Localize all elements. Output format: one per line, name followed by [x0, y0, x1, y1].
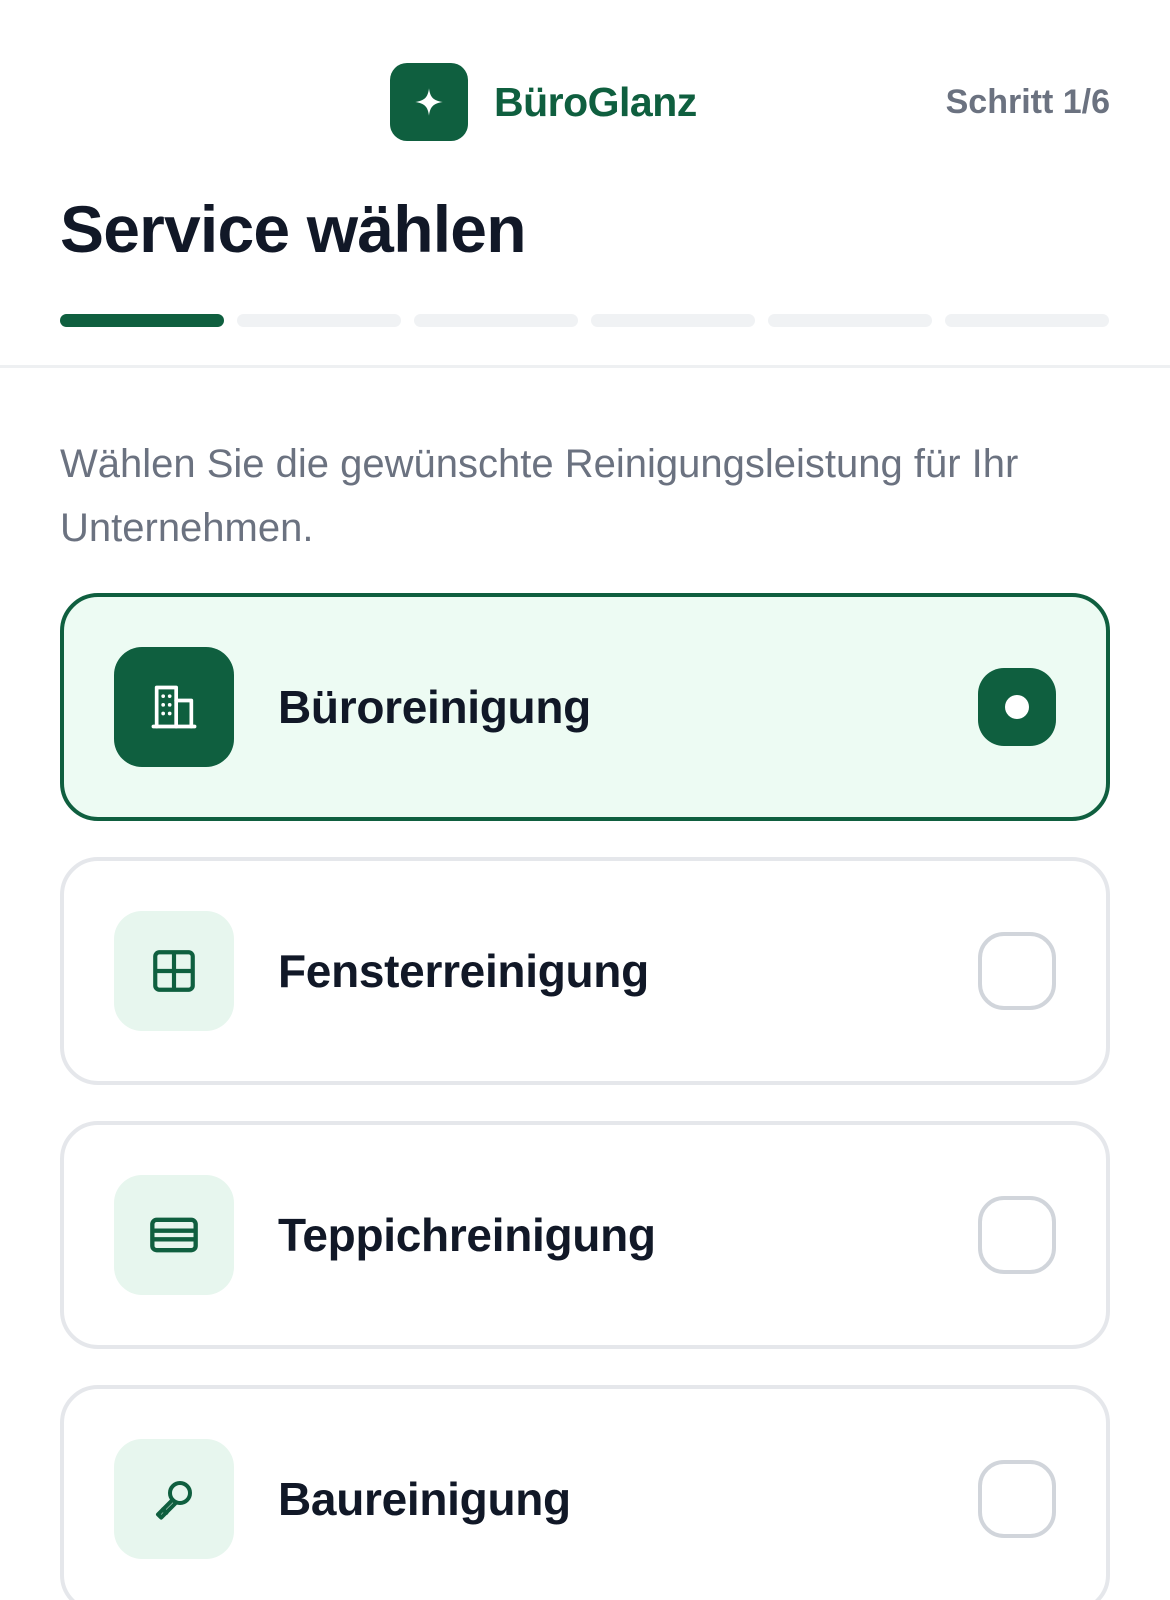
progress-segment	[60, 314, 224, 327]
header: BüroGlanz Schritt 1/6 Service wählen	[0, 0, 1170, 368]
radio-button[interactable]	[978, 932, 1056, 1010]
service-options: Büroreinigung Fensterreinigung Teppichre…	[60, 593, 1110, 1600]
brand-name: BüroGlanz	[494, 78, 697, 125]
option-label: Teppichreinigung	[278, 1209, 656, 1261]
radio-button[interactable]	[978, 668, 1056, 746]
window-icon	[114, 911, 234, 1031]
radio-button[interactable]	[978, 1460, 1056, 1538]
page-title: Service wählen	[60, 192, 527, 266]
progress-segment	[945, 314, 1109, 327]
booking-screen: BüroGlanz Schritt 1/6 Service wählen Wäh…	[0, 0, 1170, 1600]
step-indicator: Schritt 1/6	[945, 83, 1110, 121]
progress-segment	[414, 314, 578, 327]
service-option-bueroreinigung[interactable]: Büroreinigung	[60, 593, 1110, 821]
sparkle-icon	[390, 63, 468, 141]
option-label: Baureinigung	[278, 1473, 571, 1525]
carpet-icon	[114, 1175, 234, 1295]
intro-text: Wählen Sie die gewünschte Reinigungsleis…	[60, 442, 1019, 550]
radio-dot	[1005, 695, 1029, 719]
radio-button[interactable]	[978, 1196, 1056, 1274]
progress-segment	[591, 314, 755, 327]
service-option-fensterreinigung[interactable]: Fensterreinigung	[60, 857, 1110, 1085]
service-option-teppichreinigung[interactable]: Teppichreinigung	[60, 1121, 1110, 1349]
brand: BüroGlanz	[390, 63, 697, 141]
progress-segment	[237, 314, 401, 327]
service-option-baureinigung[interactable]: Baureinigung	[60, 1385, 1110, 1600]
wrench-icon	[114, 1439, 234, 1559]
building-icon	[114, 647, 234, 767]
progress-bar	[60, 314, 1109, 327]
progress-segment	[768, 314, 932, 327]
option-label: Fensterreinigung	[278, 945, 649, 997]
option-label: Büroreinigung	[278, 681, 591, 733]
